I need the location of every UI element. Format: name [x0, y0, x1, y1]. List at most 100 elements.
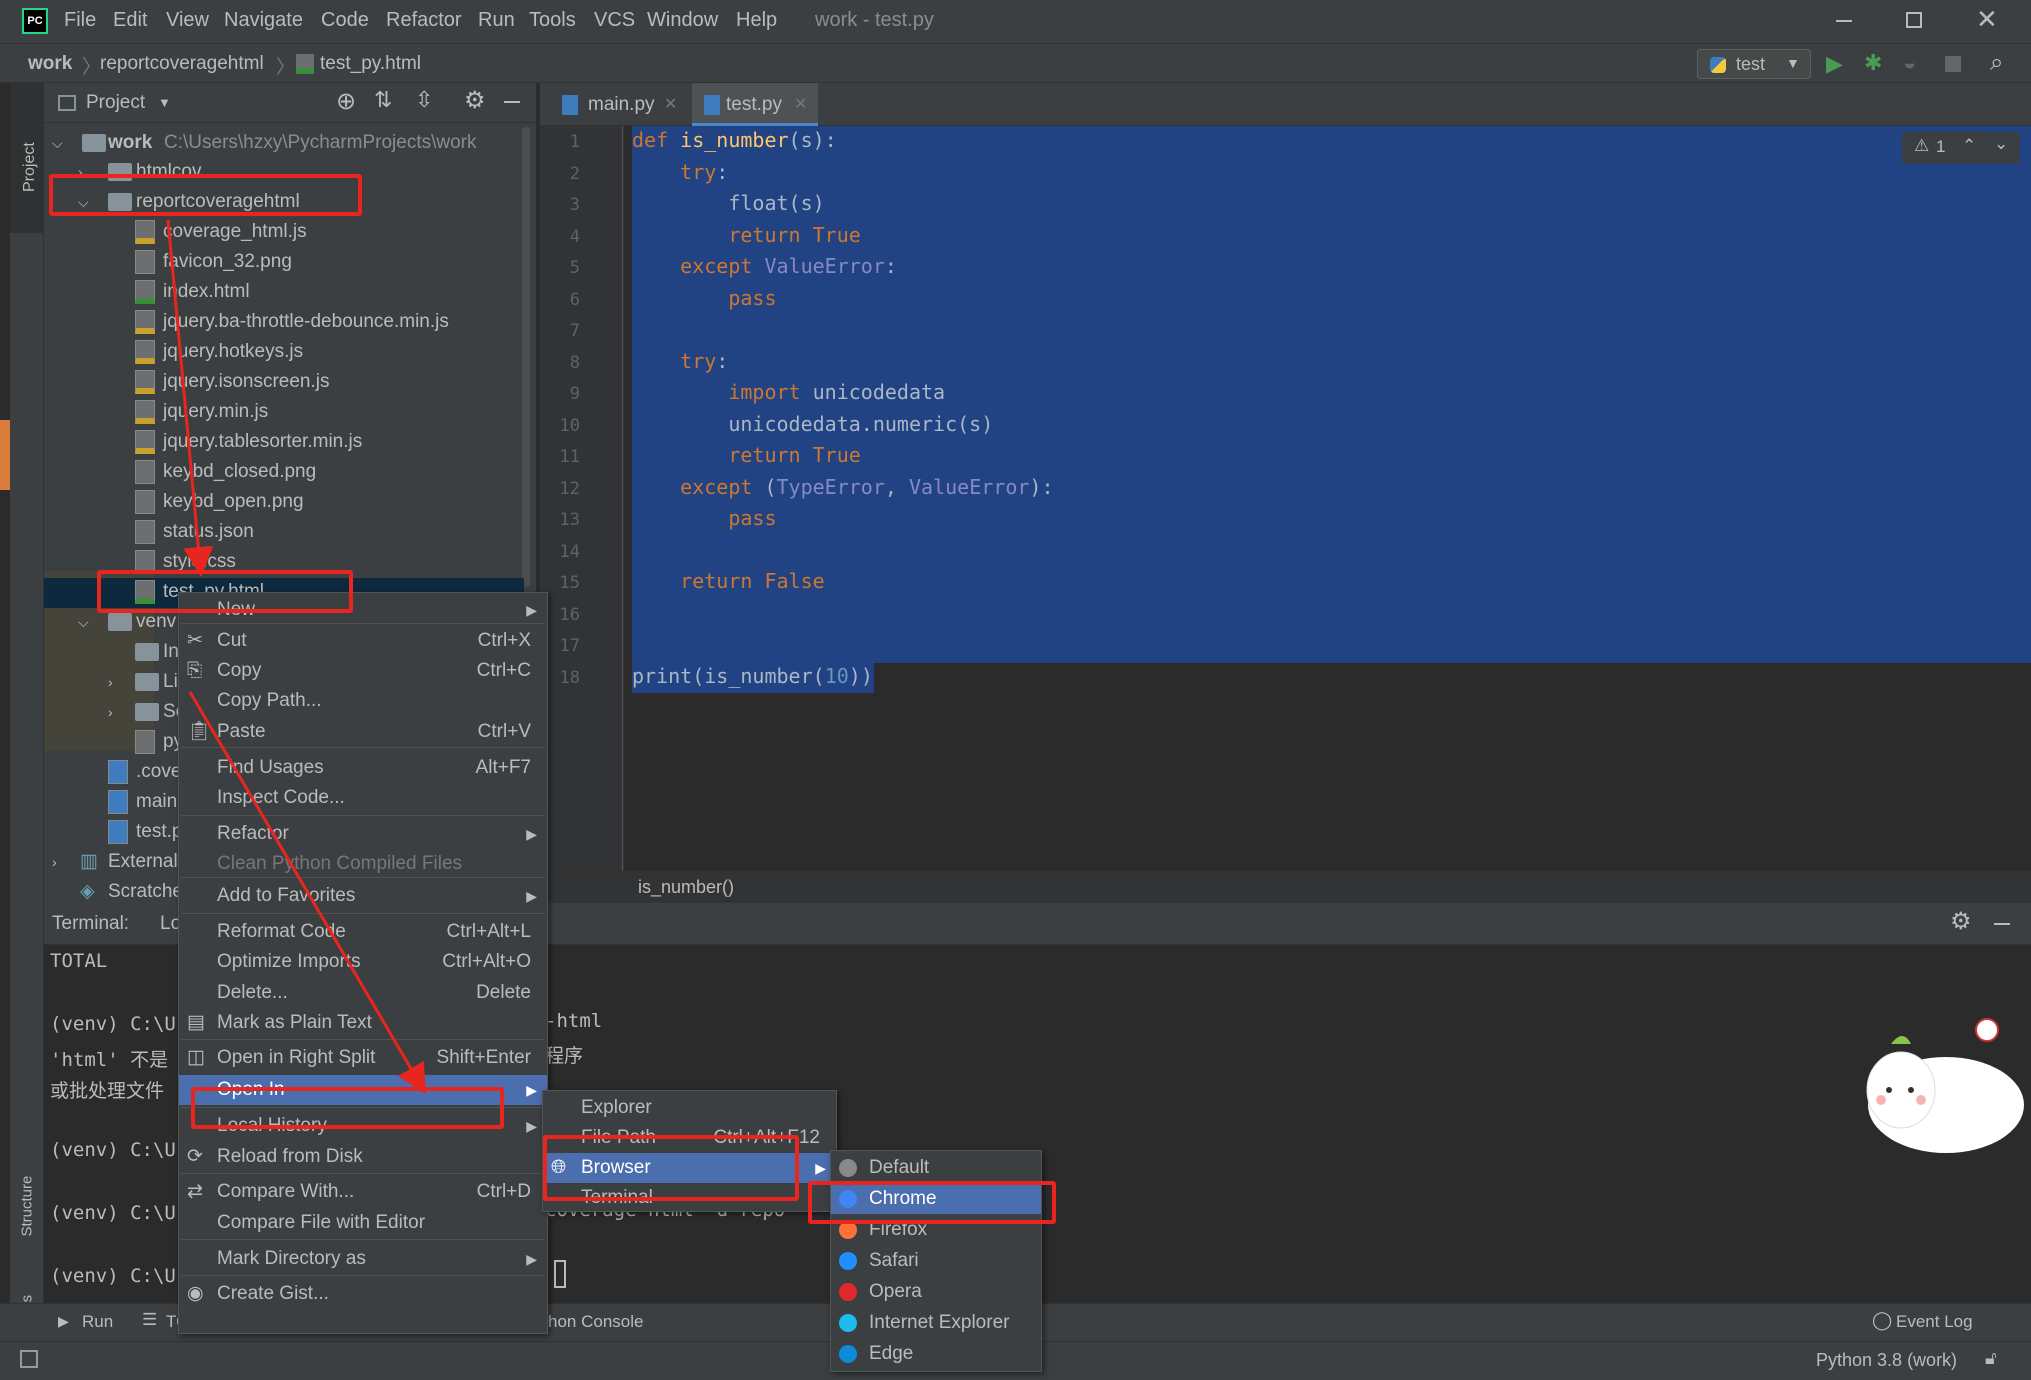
- context-menu-item[interactable]: Delete... Delete: [179, 978, 547, 1008]
- submenu-arrow-icon: ▶: [526, 1082, 537, 1098]
- run-tool-tab[interactable]: Run: [82, 1312, 113, 1332]
- browser-item-edge[interactable]: Edge: [831, 1339, 1041, 1369]
- tab-main-py[interactable]: main.py ✕: [550, 83, 685, 126]
- hide-panel-icon[interactable]: [1994, 923, 2010, 925]
- warning-count: 1: [1936, 137, 1946, 156]
- code-line: print(is_number(10)): [632, 663, 873, 688]
- menu-tools[interactable]: Tools: [529, 9, 576, 32]
- image-file-icon: [135, 490, 155, 514]
- tree-label: test.p: [136, 821, 183, 842]
- close-icon[interactable]: ✕: [1976, 4, 1998, 35]
- context-menu-item[interactable]: Inspect Code...: [179, 783, 547, 813]
- menu-vcs[interactable]: VCS: [594, 9, 635, 32]
- editor-tab-bar: main.py ✕ test.py ✕: [540, 83, 2031, 126]
- context-menu-item[interactable]: Compare File with Editor: [179, 1208, 547, 1238]
- breadcrumb-folder[interactable]: reportcoveragehtml: [100, 53, 264, 75]
- terminal-fragment: 程序: [545, 1045, 584, 1067]
- context-menu-item[interactable]: ◉ Create Gist...: [179, 1279, 547, 1309]
- browser-item-default[interactable]: Default: [831, 1153, 1041, 1183]
- coverage-icon[interactable]: ◒: [1903, 50, 1916, 76]
- menu-code[interactable]: Code: [321, 9, 369, 32]
- collapse-all-icon[interactable]: ⇳: [415, 87, 433, 113]
- annotation-box-file: [97, 570, 353, 613]
- js-file-icon: [135, 400, 155, 424]
- expand-all-icon[interactable]: ⇅: [374, 87, 392, 113]
- tree-row-folder[interactable]: › Li: [108, 667, 178, 697]
- terminal-fragment: -html: [545, 1010, 603, 1032]
- project-panel-title[interactable]: Project: [86, 92, 145, 114]
- menu-edit[interactable]: Edit: [113, 9, 147, 32]
- close-tab-icon[interactable]: ✕: [794, 94, 807, 114]
- lock-icon[interactable]: 🔓︎: [1985, 1348, 1997, 1369]
- gear-icon[interactable]: ⚙: [1950, 907, 1972, 936]
- context-menu-item[interactable]: ▤ Mark as Plain Text: [179, 1008, 547, 1038]
- context-menu-item[interactable]: ⟳ Reload from Disk: [179, 1142, 547, 1172]
- tab-test-py[interactable]: test.py ✕: [692, 83, 818, 126]
- previous-highlight-icon[interactable]: ⌃: [1962, 136, 1976, 156]
- context-menu-item[interactable]: ◫ Open in Right Split Shift+Enter: [179, 1043, 547, 1073]
- inspection-widget[interactable]: ⚠ 1 ⌃ ⌄: [1902, 132, 2020, 164]
- breadcrumb-file[interactable]: test_py.html: [320, 53, 421, 75]
- close-tab-icon[interactable]: ✕: [664, 94, 677, 114]
- code-line: float(s): [728, 191, 825, 215]
- menu-help[interactable]: Help: [736, 9, 777, 32]
- menu-refactor[interactable]: Refactor: [386, 9, 462, 32]
- context-menu-item[interactable]: Reformat Code Ctrl+Alt+L: [179, 917, 547, 947]
- function-breadcrumb[interactable]: is_number(): [638, 877, 734, 898]
- tree-row-external[interactable]: › ▥ External: [52, 847, 178, 877]
- event-log-tab[interactable]: Event Log: [1896, 1312, 1973, 1332]
- browser-item-internet-explorer[interactable]: Internet Explorer: [831, 1308, 1041, 1338]
- tree-label: Li: [163, 671, 178, 692]
- terminal-cursor: [554, 1260, 566, 1288]
- menu-navigate[interactable]: Navigate: [224, 9, 303, 32]
- menu-item-icon: 📋︎: [187, 721, 212, 742]
- menu-window[interactable]: Window: [647, 9, 718, 32]
- locate-icon[interactable]: ⊕: [336, 87, 356, 116]
- breadcrumb-root[interactable]: work: [28, 53, 72, 75]
- context-menu-item[interactable]: 📋︎ Paste Ctrl+V: [179, 717, 547, 747]
- toggle-tool-windows-icon[interactable]: [20, 1350, 38, 1368]
- maximize-icon[interactable]: [1906, 12, 1922, 28]
- python-console-tab[interactable]: hon Console: [548, 1312, 643, 1332]
- context-menu-item[interactable]: Mark Directory as ▶: [179, 1244, 547, 1274]
- root-path: C:\Users\hzxy\PycharmProjects\work: [164, 132, 477, 153]
- context-menu-item[interactable]: Find Usages Alt+F7: [179, 753, 547, 783]
- context-menu-item[interactable]: ⎘ Copy Ctrl+C: [179, 656, 547, 686]
- menu-item-icon: ▤: [187, 1012, 205, 1033]
- browser-item-safari[interactable]: Safari: [831, 1246, 1041, 1276]
- menu-file[interactable]: File: [64, 9, 96, 32]
- menu-item-label: Reformat Code: [217, 921, 346, 942]
- minimize-icon[interactable]: [1836, 20, 1852, 22]
- interpreter-status[interactable]: Python 3.8 (work): [1816, 1350, 1957, 1371]
- stop-icon[interactable]: [1945, 56, 1961, 72]
- menu-view[interactable]: View: [166, 9, 209, 32]
- context-menu-item[interactable]: Add to Favorites ▶: [179, 881, 547, 911]
- structure-tool-tab[interactable]: Structure: [10, 1143, 43, 1253]
- open-in-item[interactable]: Explorer: [543, 1093, 836, 1123]
- folder-icon: [135, 643, 159, 661]
- context-menu-item[interactable]: Copy Path...: [179, 686, 547, 716]
- gear-icon[interactable]: ⚙: [464, 86, 486, 115]
- context-menu-item[interactable]: ✂ Cut Ctrl+X: [179, 626, 547, 656]
- context-menu-item[interactable]: ⇄ Compare With... Ctrl+D: [179, 1177, 547, 1207]
- js-file-icon: [135, 430, 155, 454]
- tree-scrollbar[interactable]: [522, 127, 530, 587]
- breadcrumb-separator-icon: 〉: [276, 57, 296, 78]
- browser-item-opera[interactable]: Opera: [831, 1277, 1041, 1307]
- run-icon[interactable]: ▶: [1826, 51, 1843, 77]
- context-menu-item[interactable]: Refactor ▶: [179, 819, 547, 849]
- tree-row-venv[interactable]: ⌵ venv: [78, 607, 176, 637]
- menu-run[interactable]: Run: [478, 9, 515, 32]
- tree-row-root[interactable]: ⌵ work C:\Users\hzxy\PycharmProjects\wor…: [52, 128, 477, 158]
- menu-item-label: Mark as Plain Text: [217, 1012, 372, 1033]
- project-tool-tab[interactable]: Project: [10, 83, 43, 233]
- chevron-down-icon[interactable]: ▼: [158, 95, 171, 110]
- next-highlight-icon[interactable]: ⌄: [1994, 134, 2008, 154]
- debug-icon[interactable]: ✱: [1864, 50, 1882, 76]
- tree-row-folder[interactable]: › Sc: [108, 697, 185, 727]
- hide-panel-icon[interactable]: [504, 101, 520, 103]
- context-menu-item[interactable]: Optimize Imports Ctrl+Alt+O: [179, 947, 547, 977]
- run-config-dropdown[interactable]: test ▼: [1697, 49, 1811, 79]
- search-everywhere-icon[interactable]: ⌕: [1990, 49, 2003, 77]
- js-file-icon: [135, 340, 155, 364]
